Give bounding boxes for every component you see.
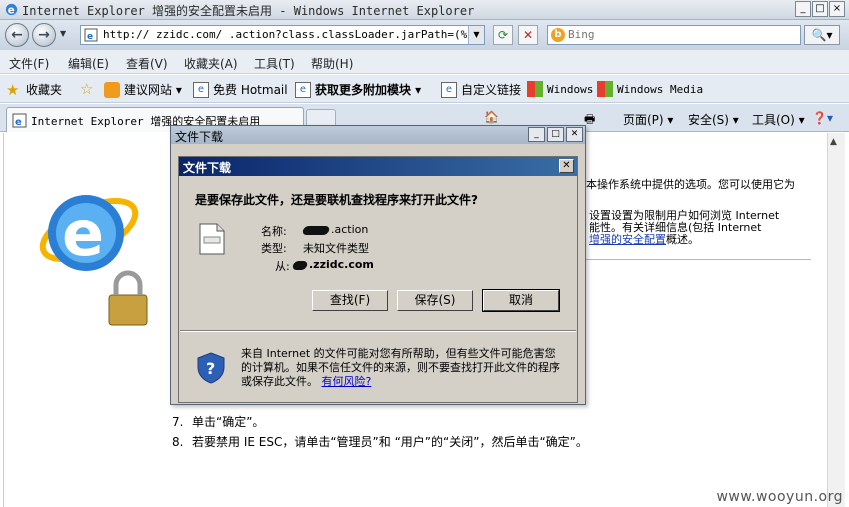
minimize-button[interactable]: _ (795, 1, 811, 17)
page-text-line: 本操作系统中提供的选项。您可以使用它为 (586, 178, 795, 191)
page-text-line: 增强的安全配置概述。 (589, 233, 699, 246)
menu-tools[interactable]: 工具(T) (254, 55, 295, 72)
outer-minimize-button[interactable]: _ (528, 127, 545, 142)
outer-maximize-button[interactable]: □ (547, 127, 564, 142)
menu-help[interactable]: 帮助(H) (311, 55, 353, 72)
step-item: 8. 若要禁用 IE ESC，请单击“管理员”和 “用户”的“关闭”，然后单击“确… (172, 435, 588, 449)
ie-security-logo-icon: e (39, 195, 148, 326)
favorites-star-icon: ★ (6, 80, 20, 99)
menu-bar: 文件(F) 编辑(E) 查看(V) 收藏夹(A) 工具(T) 帮助(H) (0, 50, 849, 74)
windows-logo-icon (597, 81, 613, 97)
security-shield-icon: ? (197, 352, 225, 384)
from-value: .zzidc.com (291, 258, 374, 271)
type-value: 未知文件类型 (303, 242, 369, 255)
maximize-button[interactable]: □ (812, 1, 828, 17)
ie-page-icon: e (441, 81, 457, 98)
windows-logo-icon (527, 81, 543, 97)
svg-text:e: e (87, 32, 93, 42)
favorites-button[interactable]: ★ 收藏夹 (6, 81, 62, 98)
step-item: 7. 单击“确定”。 (172, 415, 265, 429)
type-label: 类型: (261, 242, 287, 255)
tools-menu[interactable]: 工具(O) ▾ (752, 111, 805, 128)
cancel-button[interactable]: 取消 (482, 289, 560, 312)
search-box[interactable]: b (547, 25, 801, 45)
home-icon[interactable]: 🏠 (484, 110, 500, 126)
ie-logo-icon: e (5, 3, 18, 16)
fav-suggested-sites[interactable]: 建议网站 ▾ (104, 81, 182, 98)
vertical-scrollbar[interactable]: ▲ (827, 133, 845, 507)
redacted-mark (301, 225, 331, 235)
print-icon[interactable]: 🖶 (584, 110, 600, 126)
svg-text:?: ? (206, 359, 215, 378)
ie-esc-link[interactable]: 增强的安全配置 (589, 233, 666, 246)
dialog-titlebar: 文件下载 ✕ (179, 157, 577, 176)
file-icon (199, 223, 225, 255)
svg-text:e: e (62, 197, 104, 270)
menu-favorites[interactable]: 收藏夹(A) (184, 55, 238, 72)
add-favorite-icon: ☆ (80, 80, 94, 98)
dialog-question: 是要保存此文件，还是要联机查找程序来打开此文件? (195, 193, 478, 207)
close-button[interactable]: × (829, 1, 845, 17)
favorites-bar: ★ 收藏夹 ☆ 建议网站 ▾ e 免费 Hotmail e 获取更多附加模块 ▾… (0, 75, 849, 103)
address-bar[interactable]: e http:// zzidc.com/ .action?class.class… (80, 25, 485, 45)
page-icon: e (84, 28, 98, 42)
fav-hotmail[interactable]: e 免费 Hotmail (193, 81, 288, 98)
name-label: 名称: (261, 225, 287, 238)
dialog-close-button[interactable]: ✕ (559, 159, 574, 173)
menu-file[interactable]: 文件(F) (9, 55, 49, 72)
url-text[interactable]: http:// zzidc.com/ .action?class.classLo… (103, 28, 468, 41)
ie-page-icon: e (12, 113, 27, 128)
window-title: Internet Explorer 增强的安全配置未启用 - Windows I… (22, 4, 475, 18)
menu-edit[interactable]: 编辑(E) (68, 55, 109, 72)
add-favorite-button[interactable]: ☆ (80, 81, 96, 97)
address-dropdown-icon[interactable]: ▼ (468, 26, 484, 44)
history-dropdown-icon[interactable]: ▼ (60, 29, 66, 38)
fav-windows[interactable]: Windows (527, 81, 593, 97)
search-input[interactable] (568, 28, 788, 41)
redacted-mark (291, 260, 309, 270)
from-label: 从: (275, 260, 290, 273)
suggested-sites-icon (104, 81, 120, 98)
page-menu[interactable]: 页面(P) ▾ (623, 111, 673, 128)
file-download-dialog: 文件下载 ✕ 是要保存此文件，还是要联机查找程序来打开此文件? 名称: .act… (178, 156, 578, 403)
back-button[interactable]: ← (5, 23, 29, 47)
warning-text: 来自 Internet 的文件可能对您有所帮助，但有些文件可能危害您的计算机。如… (241, 347, 560, 388)
safety-menu[interactable]: 安全(S) ▾ (688, 111, 739, 128)
outer-dialog-title: 文件下载 (175, 130, 224, 144)
svg-text:e: e (8, 4, 15, 16)
address-row: ← → ▼ e http:// zzidc.com/ .action?class… (0, 20, 849, 50)
ie-page-icon: e (295, 81, 311, 98)
ie-page-icon: e (193, 81, 209, 98)
dialog-separator (180, 330, 576, 332)
bing-icon: b (551, 28, 565, 42)
window-titlebar: e Internet Explorer 增强的安全配置未启用 - Windows… (0, 0, 849, 20)
menu-view[interactable]: 查看(V) (126, 55, 168, 72)
scroll-up-icon[interactable]: ▲ (830, 137, 837, 147)
svg-text:e: e (15, 117, 22, 128)
fav-windows-media[interactable]: Windows Media (597, 81, 703, 97)
name-value: .action (301, 223, 368, 236)
stop-icon[interactable]: ✕ (518, 25, 538, 45)
search-button[interactable]: 🔍▾ (804, 25, 840, 45)
divider (585, 259, 811, 260)
help-menu[interactable]: ❓▾ (812, 111, 833, 125)
find-button[interactable]: 查找(F) (312, 290, 388, 311)
outer-close-button[interactable]: ✕ (566, 127, 583, 142)
forward-button[interactable]: → (32, 23, 56, 47)
fav-custom-links[interactable]: e 自定义链接 (441, 81, 521, 98)
outer-dialog-titlebar: 文件下载 _ □ ✕ (171, 126, 585, 144)
watermark: www.wooyun.org (716, 489, 843, 505)
save-button[interactable]: 保存(S) (397, 290, 473, 311)
refresh-icon[interactable]: ⟳ (493, 25, 513, 45)
dialog-title: 文件下载 (183, 161, 232, 175)
what-is-risk-link[interactable]: 有何风险? (322, 375, 372, 388)
fav-addons[interactable]: e 获取更多附加模块 ▾ (295, 81, 421, 98)
